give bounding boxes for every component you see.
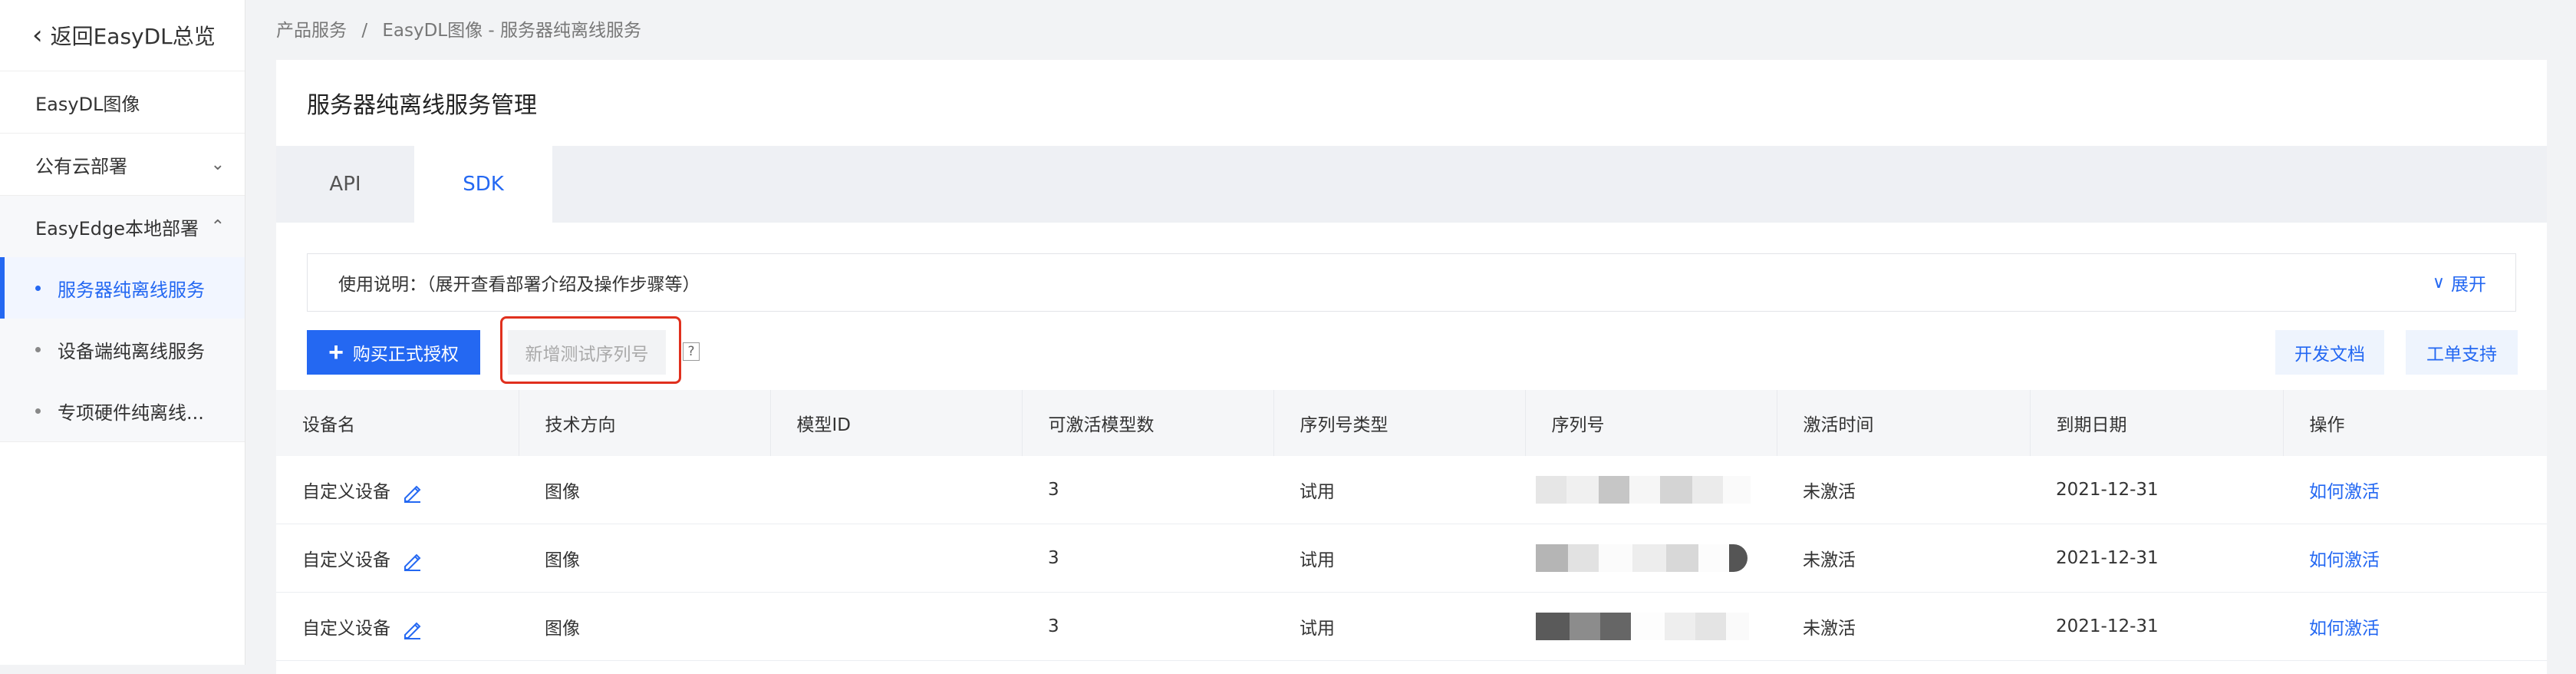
chevron-left-icon: ‹: [32, 20, 43, 51]
table-row: 自定义设备 图像 3 试用 未激活 2021-12-31 如何激活: [276, 456, 2547, 524]
direction-cell: 图像: [519, 456, 770, 524]
device-name: 自定义设备: [302, 550, 390, 570]
tab-sdk[interactable]: SDK: [414, 146, 552, 223]
device-cell: 自定义设备: [276, 524, 519, 593]
edit-icon[interactable]: [402, 483, 422, 503]
serial-cell: [1525, 456, 1777, 524]
sidebar-subitem-server-offline[interactable]: 服务器纯离线服务: [0, 257, 245, 319]
help-icon[interactable]: ?: [683, 342, 700, 361]
activate-link[interactable]: 如何激活: [2283, 524, 2547, 593]
serial-redacted: [1536, 613, 1776, 640]
serial-redacted: [1536, 544, 1776, 572]
sidebar-item-label: EasyDL图像: [35, 93, 140, 115]
back-to-overview-link[interactable]: ‹ 返回EasyDL总览: [0, 0, 245, 71]
plus-icon: +: [328, 338, 344, 367]
usage-panel: 使用说明：（展开查看部署介绍及操作步骤等） ∨ 展开: [307, 253, 2516, 312]
sidebar-item-public-cloud[interactable]: 公有云部署 ⌄: [0, 134, 245, 196]
edit-icon[interactable]: [402, 619, 422, 639]
type-cell: 试用: [1273, 592, 1525, 661]
tab-bar: API SDK: [276, 146, 2547, 223]
expiry-cell: 2021-12-31: [2030, 524, 2283, 593]
table-row: 自定义设备 图像 3 试用 未激活 2021-12-31 如何激活: [276, 592, 2547, 661]
col-direction: 技术方向: [519, 390, 771, 456]
col-device: 设备名: [276, 390, 519, 456]
sidebar-item-easyedge[interactable]: EasyEdge本地部署 ⌃: [0, 196, 245, 257]
model-id-cell: [770, 456, 1022, 524]
breadcrumb-separator: /: [361, 21, 368, 41]
device-name: 自定义设备: [302, 619, 390, 639]
col-action: 操作: [2283, 390, 2547, 456]
activation-cell: 未激活: [1777, 456, 2030, 524]
bullet-icon: [35, 408, 41, 414]
chevron-down-icon: ∨: [2432, 273, 2445, 292]
col-count: 可激活模型数: [1022, 390, 1274, 456]
tab-api[interactable]: API: [276, 146, 414, 223]
activate-link[interactable]: 如何激活: [2283, 456, 2547, 524]
serial-cell: [1525, 592, 1777, 661]
dev-doc-button[interactable]: 开发文档: [2275, 330, 2384, 375]
page-title: 服务器纯离线服务管理: [307, 92, 537, 119]
direction-cell: 图像: [519, 592, 770, 661]
sidebar-item-label: EasyEdge本地部署: [35, 217, 199, 240]
sidebar-subitem-label: 设备端纯离线服务: [58, 340, 205, 362]
back-label: 返回EasyDL总览: [50, 24, 216, 49]
table-row: 自定义设备 图像 3 试用 未激活 2021-12-31 如何激活: [276, 524, 2547, 593]
device-cell: 自定义设备: [276, 456, 519, 524]
chevron-up-icon: ⌃: [210, 216, 225, 236]
count-cell: 3: [1022, 456, 1273, 524]
breadcrumb-current: EasyDL图像 - 服务器纯离线服务: [382, 21, 642, 41]
serial-redacted: [1536, 476, 1776, 504]
sidebar-item-easydl-image[interactable]: EasyDL图像: [0, 71, 245, 134]
main-card: 服务器纯离线服务管理 API SDK 使用说明：（展开查看部署介绍及操作步骤等）…: [276, 60, 2547, 674]
activate-link[interactable]: 如何激活: [2283, 592, 2547, 661]
breadcrumb-root[interactable]: 产品服务: [276, 21, 347, 41]
device-name: 自定义设备: [302, 482, 390, 502]
serial-table: 设备名 技术方向 模型ID 可激活模型数 序列号类型 序列号 激活时间 到期日期…: [276, 390, 2547, 661]
ticket-support-button[interactable]: 工单支持: [2406, 330, 2518, 375]
expand-button[interactable]: ∨ 展开: [2433, 254, 2486, 311]
count-cell: 3: [1022, 524, 1273, 593]
device-cell: 自定义设备: [276, 592, 519, 661]
sidebar-subitem-label: 服务器纯离线服务: [58, 279, 205, 301]
model-id-cell: [770, 592, 1022, 661]
model-id-cell: [770, 524, 1022, 593]
col-model-id: 模型ID: [770, 390, 1023, 456]
serial-cell: [1525, 524, 1777, 593]
edit-icon[interactable]: [402, 551, 422, 571]
col-type: 序列号类型: [1273, 390, 1526, 456]
sidebar-item-label: 公有云部署: [35, 155, 127, 177]
activation-cell: 未激活: [1777, 592, 2030, 661]
table-header-row: 设备名 技术方向 模型ID 可激活模型数 序列号类型 序列号 激活时间 到期日期…: [276, 390, 2547, 456]
buy-license-button[interactable]: + 购买正式授权: [307, 330, 480, 375]
sidebar: ‹ 返回EasyDL总览 EasyDL图像 公有云部署 ⌄ EasyEdge本地…: [0, 0, 245, 665]
expiry-cell: 2021-12-31: [2030, 592, 2283, 661]
usage-text: 使用说明：（展开查看部署介绍及操作步骤等）: [338, 275, 700, 295]
chevron-down-icon: ⌄: [210, 154, 225, 174]
bullet-icon: [35, 285, 41, 291]
highlight-box: [500, 316, 681, 384]
sidebar-subitem-device-offline[interactable]: 设备端纯离线服务: [0, 319, 245, 380]
direction-cell: 图像: [519, 524, 770, 593]
col-expiry: 到期日期: [2030, 390, 2284, 456]
bullet-icon: [35, 346, 41, 352]
type-cell: 试用: [1273, 524, 1525, 593]
expiry-cell: 2021-12-31: [2030, 456, 2283, 524]
expand-label: 展开: [2451, 275, 2486, 295]
sidebar-subitem-hardware-offline[interactable]: 专项硬件纯离线...: [0, 380, 245, 442]
activation-cell: 未激活: [1777, 524, 2030, 593]
buy-license-label: 购买正式授权: [352, 344, 459, 364]
sidebar-subitem-label: 专项硬件纯离线...: [58, 401, 204, 424]
breadcrumb: 产品服务 / EasyDL图像 - 服务器纯离线服务: [276, 15, 641, 41]
count-cell: 3: [1022, 592, 1273, 661]
col-activation: 激活时间: [1777, 390, 2031, 456]
col-serial: 序列号: [1525, 390, 1777, 456]
type-cell: 试用: [1273, 456, 1525, 524]
